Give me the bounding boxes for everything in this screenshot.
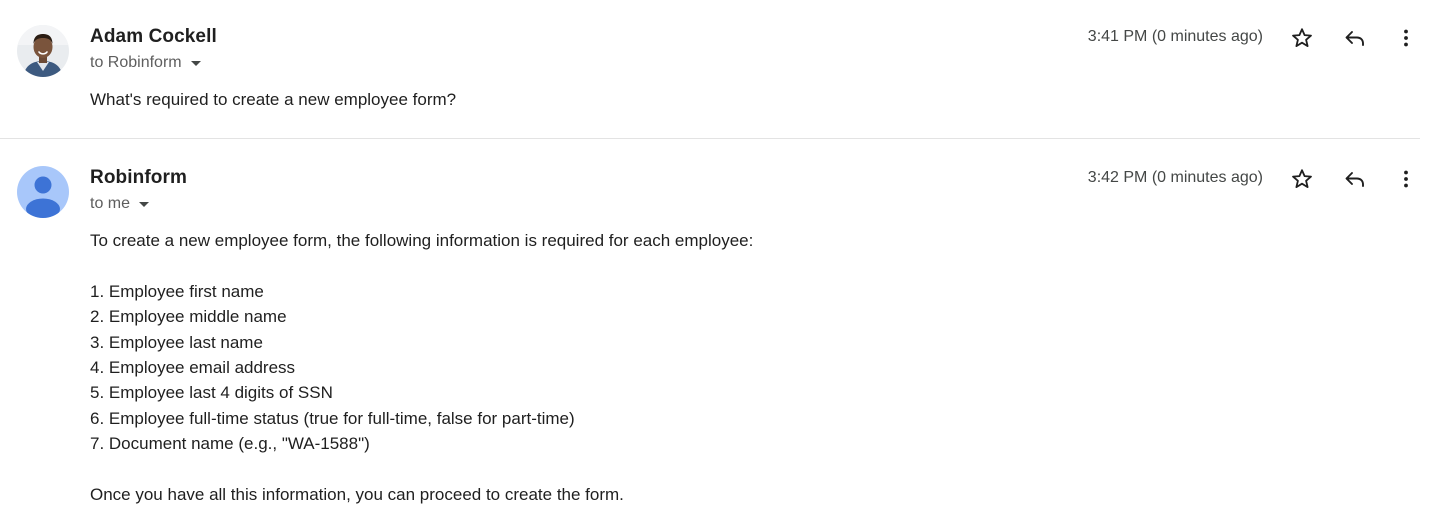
recipient-label: to Robinform (90, 54, 182, 71)
message-timestamp: 3:41 PM (0 minutes ago) (1087, 28, 1263, 45)
recipient-dropdown[interactable]: to me (90, 195, 150, 213)
more-vert-icon (1404, 170, 1408, 188)
body-paragraph: Once you have all this information, you … (90, 485, 624, 505)
default-person-icon (17, 166, 69, 218)
more-options-button[interactable] (1392, 24, 1420, 52)
star-outline-icon (1292, 169, 1312, 188)
recipient-dropdown[interactable]: to Robinform (90, 54, 201, 72)
reply-icon (1345, 31, 1364, 46)
list-item: 6. Employee full-time status (true for f… (90, 408, 575, 428)
star-button[interactable] (1288, 165, 1316, 193)
message-body: What's required to create a new employee… (90, 87, 456, 112)
caret-down-icon (139, 201, 150, 207)
body-paragraph: What's required to create a new employee… (90, 90, 457, 109)
more-vert-icon (1404, 29, 1408, 47)
caret-down-icon (190, 60, 201, 66)
email-message: Adam Cockell to Robinform 3:41 PM (0 min… (0, 0, 1456, 138)
list-item: 1. Employee first name (90, 281, 264, 301)
requirements-list: 1. Employee first name 2. Employee middl… (90, 279, 753, 457)
star-button[interactable] (1288, 24, 1316, 52)
star-outline-icon (1292, 28, 1312, 47)
list-item: 3. Employee last name (90, 332, 263, 352)
message-divider (0, 138, 1420, 139)
message-timestamp: 3:42 PM (0 minutes ago) (1087, 169, 1263, 186)
list-item: 2. Employee middle name (90, 307, 287, 327)
message-body: To create a new employee form, the follo… (90, 228, 753, 507)
sender-avatar[interactable] (17, 166, 69, 218)
body-paragraph: To create a new employee form, the follo… (90, 231, 754, 250)
sender-avatar[interactable] (17, 25, 69, 77)
sender-name: Adam Cockell (90, 26, 217, 47)
reply-button[interactable] (1341, 165, 1369, 193)
list-item: 4. Employee email address (90, 358, 296, 378)
more-options-button[interactable] (1392, 165, 1420, 193)
person-photo-icon (17, 25, 69, 77)
recipient-label: to me (90, 195, 131, 212)
reply-button[interactable] (1341, 24, 1369, 52)
sender-name: Robinform (90, 167, 187, 188)
list-item: 7. Document name (e.g., "WA-1588") (90, 434, 370, 454)
email-message: Robinform to me 3:42 PM (0 minutes ago) … (0, 140, 1456, 522)
list-item: 5. Employee last 4 digits of SSN (90, 383, 333, 403)
reply-icon (1345, 172, 1364, 187)
